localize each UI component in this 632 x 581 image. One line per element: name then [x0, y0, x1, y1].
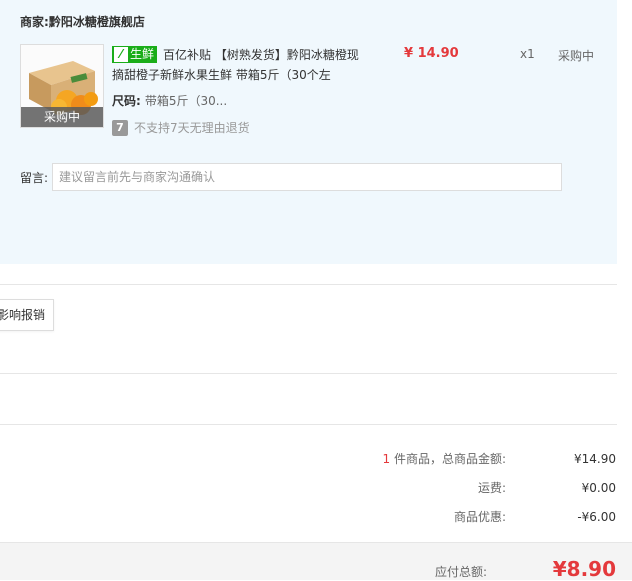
return-policy: 7 不支持7天无理由退货 — [112, 119, 250, 136]
item-count: 1 — [382, 452, 391, 466]
discount-label: 商品优惠: — [453, 510, 506, 524]
size-spec: 尺码: 带箱5斤（30... — [112, 92, 227, 109]
divider — [0, 284, 617, 285]
payable-total-label: 应付总额: — [434, 565, 487, 579]
size-label: 尺码: — [112, 94, 141, 108]
payment-bar: 应付总额: ¥8.90 — [0, 542, 632, 581]
return-policy-text: 不支持7天无理由退货 — [134, 121, 250, 135]
shipping-label: 运费: — [477, 481, 506, 495]
purchasing-badge: 采购中 — [21, 107, 103, 127]
unit-price: ¥ 14.90 — [404, 46, 459, 61]
divider — [0, 424, 617, 425]
reimbursement-button[interactable]: 影响报销 — [0, 299, 54, 331]
divider — [0, 373, 617, 374]
product-title[interactable]: ⁄ 生鲜 百亿补贴 【树熟发货】黔阳冰糖橙现摘甜橙子新鲜水果生鲜 带箱5斤（30个左 — [112, 45, 367, 85]
goods-total-row: 1 件商品，总商品金额: ¥14.90 — [166, 450, 617, 467]
shipping-amount: ¥0.00 — [581, 480, 616, 495]
shipping-row: 运费: ¥0.00 — [166, 479, 616, 496]
goods-total-label: 1 件商品，总商品金额: — [382, 452, 507, 466]
size-value: 带箱5斤（30... — [144, 94, 228, 108]
message-label: 留言: — [20, 171, 49, 185]
item-status: 采购中 — [558, 49, 595, 63]
merchant-line: 商家:黔阳冰糖橙旗舰店 — [20, 13, 145, 30]
discount-amount: -¥6.00 — [577, 509, 616, 524]
discount-row: 商品优惠: -¥6.00 — [166, 508, 616, 525]
fresh-leaf-icon: ⁄ — [114, 47, 128, 62]
merchant-name[interactable]: 黔阳冰糖橙旗舰店 — [49, 15, 145, 29]
order-panel: 商家:黔阳冰糖橙旗舰店 采购中 ⁄ 生鲜 百亿补贴 【树熟发货】黔阳冰糖橙现摘甜橙子… — [0, 0, 617, 264]
merchant-label: 商家: — [20, 15, 49, 29]
goods-total-amount: ¥14.90 — [574, 451, 616, 466]
fresh-tag: ⁄ 生鲜 — [112, 46, 158, 63]
payable-total-amount: ¥8.90 — [552, 557, 616, 581]
no-return-7day-icon: 7 — [112, 119, 128, 136]
product-thumbnail[interactable]: 采购中 — [20, 44, 104, 128]
message-input[interactable] — [52, 163, 562, 191]
quantity: x1 — [520, 47, 535, 61]
